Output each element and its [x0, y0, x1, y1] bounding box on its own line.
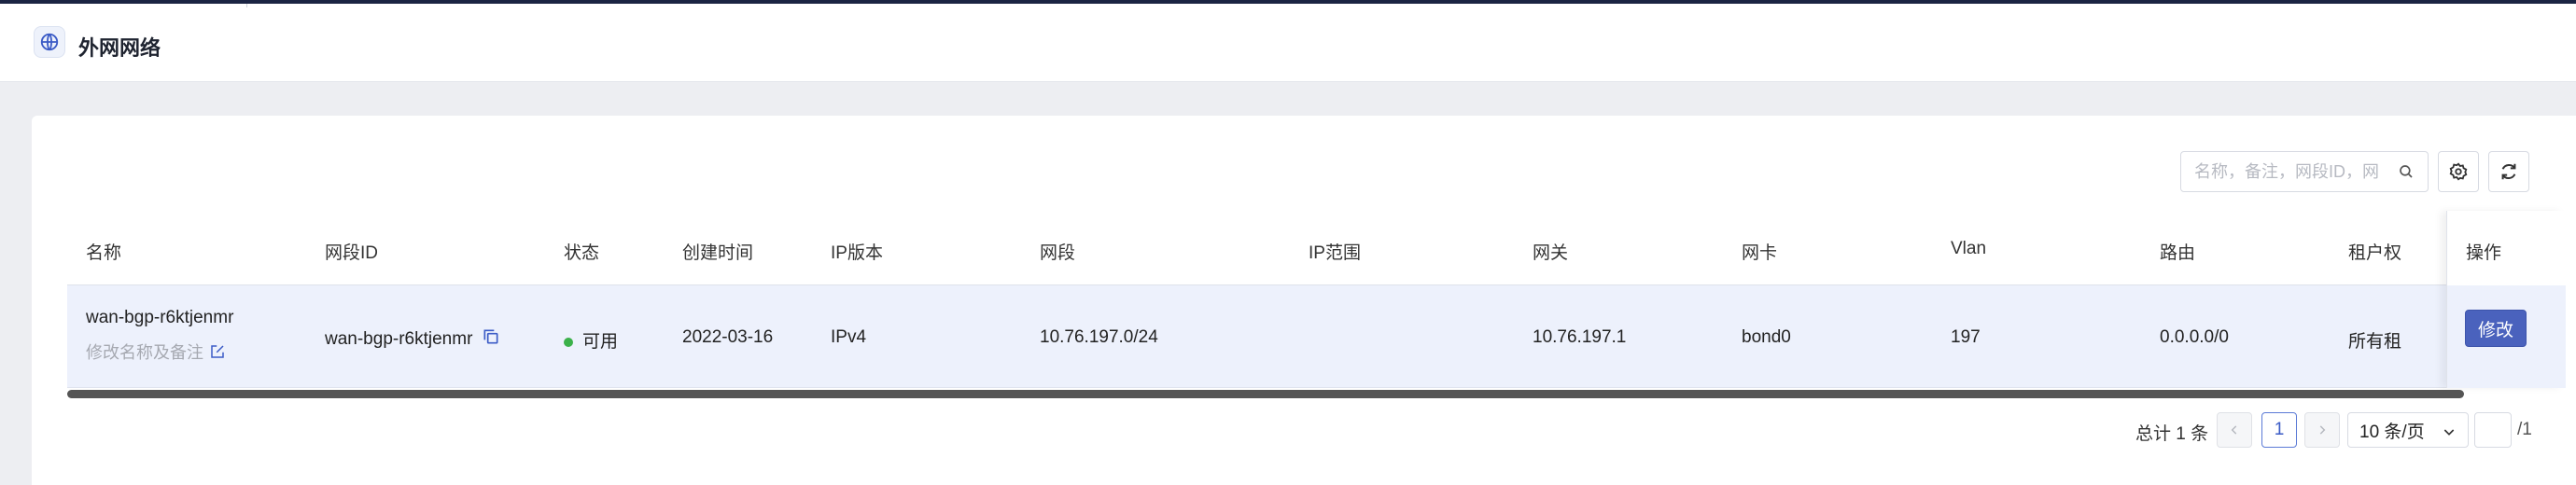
total-pages: /1 [2517, 420, 2532, 439]
globe-icon [34, 26, 65, 58]
chevron-right-icon [2319, 425, 2326, 435]
col-tenant[interactable]: 租户权 [2348, 239, 2401, 264]
search-box[interactable] [2180, 151, 2429, 192]
gateway-cell: 10.76.197.1 [1533, 327, 1627, 347]
col-status[interactable]: 状态 [564, 239, 599, 264]
search-input[interactable] [2194, 161, 2400, 182]
edit-name-label: 修改名称及备注 [86, 343, 203, 362]
action-column: 操作 修改 [2446, 211, 2566, 388]
chevron-left-icon [2231, 425, 2237, 435]
created-cell: 2022-03-16 [682, 327, 774, 347]
segment-id-cell: wan-bgp-r6ktjenmr [325, 327, 500, 350]
table-row: wan-bgp-r6ktjenmr 修改名称及备注 wan-bgp-r6ktje… [67, 285, 2565, 388]
chevron-down-icon [2443, 429, 2455, 436]
col-created[interactable]: 创建时间 [682, 239, 753, 264]
route-cell: 0.0.0.0/0 [2160, 327, 2229, 347]
tenant-cell: 所有租 [2348, 332, 2402, 352]
copy-icon[interactable] [482, 327, 500, 346]
page-title: 外网网络 [78, 36, 161, 60]
col-segment-id[interactable]: 网段ID [325, 239, 378, 264]
horizontal-scrollbar[interactable] [67, 390, 2464, 398]
col-ip-range[interactable]: IP范围 [1309, 239, 1361, 264]
col-name[interactable]: 名称 [86, 239, 121, 264]
title-separator [246, 4, 247, 7]
refresh-icon [2501, 163, 2516, 180]
segment-id-value: wan-bgp-r6ktjenmr [325, 329, 473, 349]
nic-cell: bond0 [1742, 327, 1791, 347]
network-name: wan-bgp-r6ktjenmr [86, 308, 234, 327]
status-cell: 可用 [564, 327, 618, 353]
network-table: 名称 网段ID 状态 创建时间 IP版本 网段 IP范围 网关 网卡 Vlan … [67, 211, 2566, 388]
vlan-cell: 197 [1951, 327, 1981, 347]
col-segment[interactable]: 网段 [1040, 239, 1075, 264]
status-text: 可用 [582, 332, 619, 352]
segment-cell: 10.76.197.0/24 [1040, 327, 1158, 347]
col-route[interactable]: 路由 [2160, 239, 2195, 264]
total-count: 总计 1 条 [2135, 424, 2209, 444]
page-size-value: 10 条/页 [2359, 422, 2425, 442]
col-ip-version[interactable]: IP版本 [831, 239, 883, 264]
status-dot-icon [564, 337, 573, 347]
table-header: 名称 网段ID 状态 创建时间 IP版本 网段 IP范围 网关 网卡 Vlan … [67, 211, 2565, 285]
page-jump-input[interactable] [2474, 412, 2512, 448]
col-nic[interactable]: 网卡 [1742, 239, 1777, 264]
edit-icon [211, 345, 224, 358]
prev-page-button[interactable] [2217, 412, 2252, 448]
col-action: 操作 [2466, 243, 2502, 263]
gear-icon [2449, 162, 2468, 181]
col-gateway[interactable]: 网关 [1533, 239, 1568, 264]
settings-button[interactable] [2438, 151, 2479, 192]
edit-button[interactable]: 修改 [2465, 310, 2527, 347]
page-size-select[interactable]: 10 条/页 [2347, 412, 2469, 448]
next-page-button[interactable] [2304, 412, 2340, 448]
title-bar: 外网网络 [0, 4, 2576, 82]
action-cell: 修改 [2447, 285, 2566, 388]
network-card: 名称 网段ID 状态 创建时间 IP版本 网段 IP范围 网关 网卡 Vlan … [32, 116, 2576, 485]
refresh-button[interactable] [2488, 151, 2529, 192]
page-current[interactable]: 1 [2261, 412, 2297, 448]
search-icon[interactable] [2398, 163, 2415, 185]
edit-name-link[interactable]: 修改名称及备注 [86, 340, 226, 364]
ip-version-cell: IPv4 [831, 327, 867, 347]
col-vlan[interactable]: Vlan [1951, 239, 1986, 259]
